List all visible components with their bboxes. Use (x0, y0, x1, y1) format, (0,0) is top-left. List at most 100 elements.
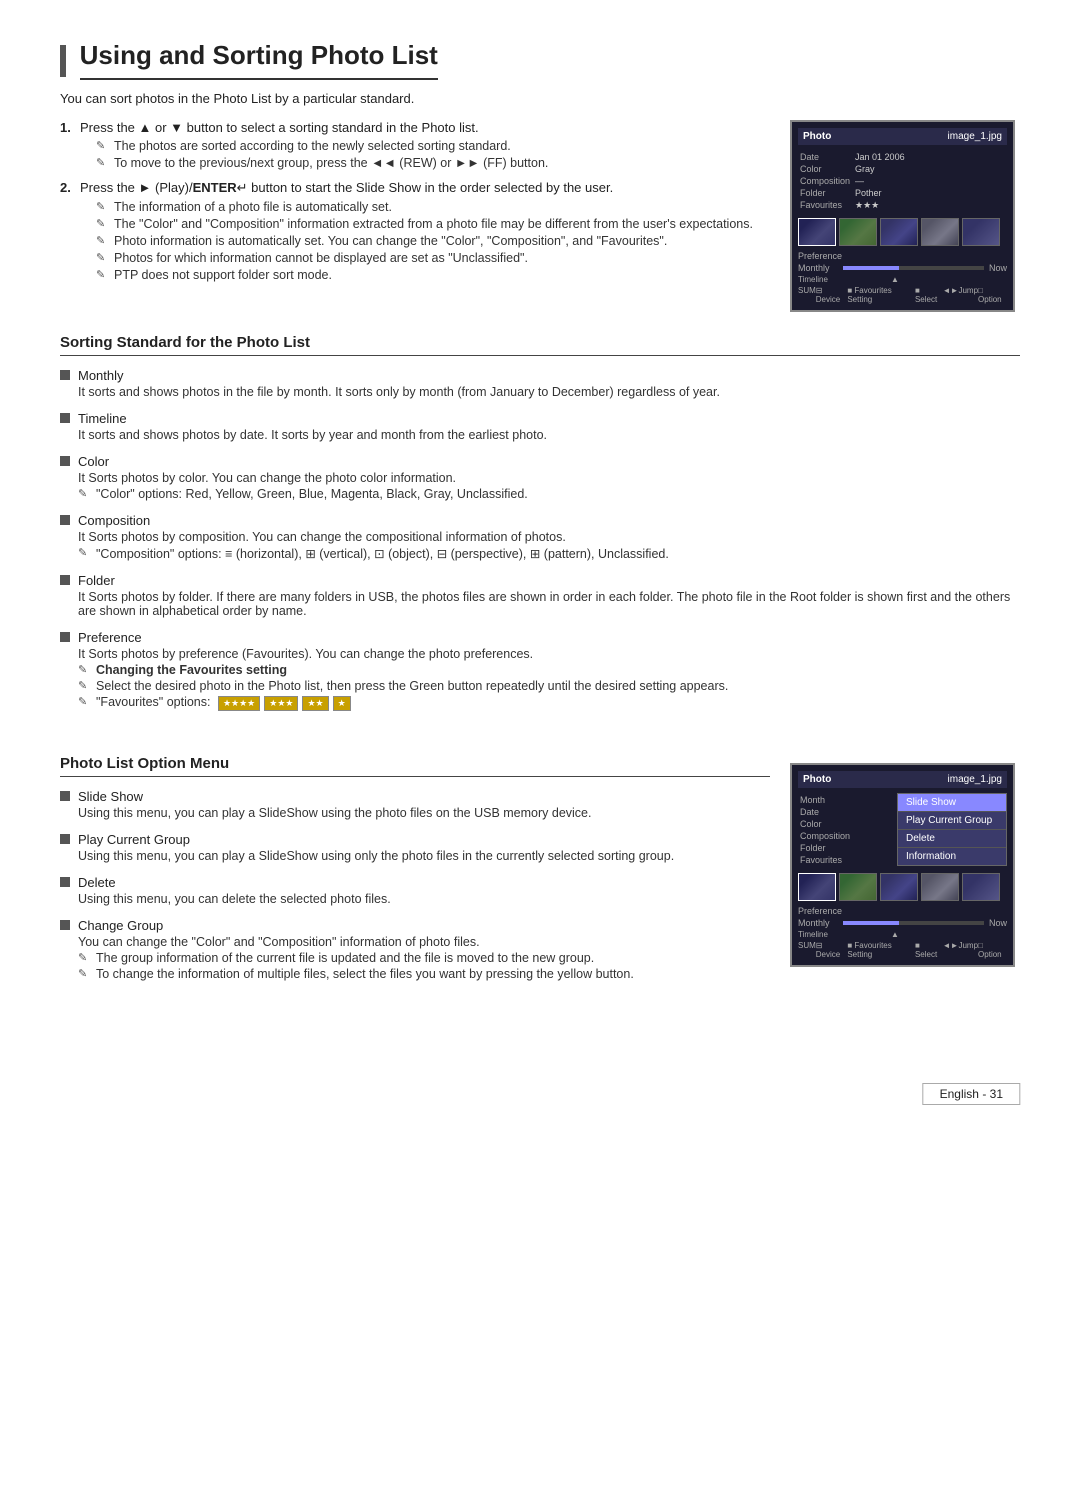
progress-fill (843, 266, 899, 270)
sort-composition-desc: It Sorts photos by composition. You can … (60, 530, 1020, 544)
monthly-bar-2: Monthly Now (798, 918, 1007, 928)
opt-changegroup-label: Change Group (78, 918, 163, 933)
opt-playgroup-desc: Using this menu, you can play a SlideSho… (60, 849, 770, 863)
option-left: Photo List Option Menu Slide Show Using … (60, 733, 770, 993)
step-2-note-4: Photos for which information cannot be d… (96, 251, 770, 265)
page-title: Using and Sorting Photo List (80, 40, 438, 80)
menu-information: Information (898, 848, 1006, 865)
option-overlay-menu: Slide Show Play Current Group Delete Inf… (897, 793, 1007, 866)
favourites-label-2: ■ Favourites Setting (847, 941, 915, 959)
select-label-2: ■ Select (915, 941, 943, 959)
fav-3star: ★★★ (264, 696, 298, 711)
photo-ui-bottom-wrapper: Photo image_1.jpg MonthJan DateJan 01 2 … (790, 733, 1020, 993)
fav-options: ★★★★ ★★★ ★★ ★ (218, 696, 351, 711)
sort-color: Color It Sorts photos by color. You can … (60, 454, 1020, 501)
sort-monthly-label: Monthly (78, 368, 124, 383)
thumb-2-1 (798, 873, 836, 901)
photo-filename: image_1.jpg (948, 131, 1002, 142)
photo-ui-menu-body: MonthJan DateJan 01 2 ColorGray Composit… (798, 793, 1007, 868)
bullet-preference (60, 632, 70, 642)
sort-timeline: Timeline It sorts and shows photos by da… (60, 411, 1020, 442)
photo-ui-menu-header: Photo image_1.jpg (798, 771, 1007, 788)
sort-preference-note-3: "Favourites" options: ★★★★ ★★★ ★★ ★ (78, 695, 1020, 711)
step-2-note-3: Photo information is automatically set. … (96, 234, 770, 248)
thumb-2 (839, 218, 877, 246)
opt-delete-label: Delete (78, 875, 116, 890)
monthly-bar: Monthly Now (798, 263, 1007, 273)
progress-bar-2 (843, 921, 984, 925)
sort-composition-notes: "Composition" options: ≡ (horizontal), ⊞… (60, 546, 1020, 561)
step-2-note-2: The "Color" and "Composition" informatio… (96, 217, 770, 231)
step-1-num: 1. (60, 120, 71, 135)
sort-composition-note-1: "Composition" options: ≡ (horizontal), ⊞… (78, 546, 1020, 561)
opt-changegroup-note-2: To change the information of multiple fi… (78, 967, 770, 981)
device-label: ⊟ Device (816, 286, 848, 304)
thumb-2-4 (921, 873, 959, 901)
sort-preference-desc: It Sorts photos by preference (Favourite… (60, 647, 1020, 661)
photo-label: Photo (803, 131, 831, 142)
photo-ui-panel: Photo image_1.jpg DateJan 01 2006 ColorG… (790, 120, 1015, 312)
fav-4star: ★★★★ (218, 696, 260, 711)
opt-delete: Delete Using this menu, you can delete t… (60, 875, 770, 906)
preference-label: Preference (798, 251, 842, 261)
jump-label: ◄►Jump (943, 286, 978, 304)
sort-folder-title: Folder (60, 573, 1020, 588)
favourites-label: ■ Favourites Setting (847, 286, 915, 304)
jump-label-2: ◄►Jump (943, 941, 978, 959)
opt-changegroup: Change Group You can change the "Color" … (60, 918, 770, 981)
opt-slideshow-label: Slide Show (78, 789, 143, 804)
menu-slideshow: Slide Show (898, 794, 1006, 812)
opt-slideshow-desc: Using this menu, you can play a SlideSho… (60, 806, 770, 820)
opt-playgroup-label: Play Current Group (78, 832, 190, 847)
sort-folder-desc: It Sorts photos by folder. If there are … (60, 590, 1020, 618)
opt-changegroup-desc: You can change the "Color" and "Composit… (60, 935, 770, 949)
statusbar-2: SUM ⊟ Device ■ Favourites Setting ■ Sele… (798, 941, 1007, 959)
option-label: □ Option (978, 286, 1007, 304)
sort-timeline-title: Timeline (60, 411, 1020, 426)
sort-composition-title: Composition (60, 513, 1020, 528)
sort-timeline-label: Timeline (78, 411, 127, 426)
sort-color-notes: "Color" options: Red, Yellow, Green, Blu… (60, 487, 1020, 501)
step-1-note-2: To move to the previous/next group, pres… (96, 156, 770, 170)
bullet-monthly (60, 370, 70, 380)
photo-info-table: DateJan 01 2006 ColorGray Composition— F… (798, 150, 907, 213)
monthly-label-2: Monthly (798, 918, 838, 928)
photo-filename-2: image_1.jpg (948, 774, 1002, 785)
timeline-label: Timeline (798, 275, 828, 284)
bullet-folder (60, 575, 70, 585)
thumb-4 (921, 218, 959, 246)
step-2-notes: The information of a photo file is autom… (80, 200, 770, 282)
photo-ui-info: DateJan 01 2006 ColorGray Composition— F… (798, 150, 1007, 213)
statusbar: SUM ⊟ Device ■ Favourites Setting ■ Sele… (798, 286, 1007, 304)
sort-preference-label: Preference (78, 630, 142, 645)
thumb-2-2 (839, 873, 877, 901)
photo-thumbnails (798, 218, 1007, 246)
sort-monthly-desc: It sorts and shows photos in the file by… (60, 385, 1020, 399)
opt-delete-title: Delete (60, 875, 770, 890)
sum-label: SUM (798, 286, 816, 304)
select-label: ■ Select (915, 286, 943, 304)
opt-delete-desc: Using this menu, you can delete the sele… (60, 892, 770, 906)
sort-color-desc: It Sorts photos by color. You can change… (60, 471, 1020, 485)
timeline-arrow: ▲ (891, 275, 899, 284)
timeline-arrow-2: ▲ (891, 930, 899, 939)
changing-fav-bold: Changing the Favourites setting (96, 663, 287, 677)
option-heading: Photo List Option Menu (60, 755, 770, 777)
now-label-2: Now (989, 918, 1007, 928)
sort-preference: Preference It Sorts photos by preference… (60, 630, 1020, 711)
thumb-1 (798, 218, 836, 246)
sort-preference-note-1: Changing the Favourites setting (78, 663, 1020, 677)
opt-playgroup: Play Current Group Using this menu, you … (60, 832, 770, 863)
fav-2star: ★★ (302, 696, 328, 711)
opt-changegroup-note-1: The group information of the current fil… (78, 951, 770, 965)
sort-preference-note-2: Select the desired photo in the Photo li… (78, 679, 1020, 693)
progress-fill-2 (843, 921, 899, 925)
intro-text: You can sort photos in the Photo List by… (60, 91, 1020, 106)
sort-color-label: Color (78, 454, 109, 469)
preference-label-2: Preference (798, 906, 842, 916)
step-2: 2. Press the ► (Play)/ENTER↵ button to s… (60, 180, 770, 282)
option-menu-section: Photo List Option Menu Slide Show Using … (60, 733, 1020, 993)
now-label: Now (989, 263, 1007, 273)
sort-color-title: Color (60, 454, 1020, 469)
step-1-note-1: The photos are sorted according to the n… (96, 139, 770, 153)
